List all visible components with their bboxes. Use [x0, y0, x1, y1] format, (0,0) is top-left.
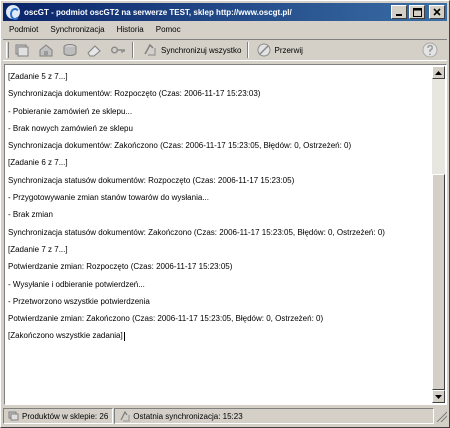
log-line: - Przygotowywanie zmian stanów towarów d…: [8, 193, 209, 203]
stop-button[interactable]: Przerwij: [254, 41, 305, 59]
log-panel[interactable]: [Zadanie 5 z 7...] Synchronizacja dokume…: [4, 64, 447, 405]
scroll-thumb[interactable]: [432, 174, 445, 390]
shop-button[interactable]: [35, 41, 57, 59]
last-sync-time: Ostatnia synchronizacja: 15:23: [133, 411, 243, 421]
menu-historia[interactable]: Historia: [111, 22, 150, 38]
key-icon: [111, 46, 125, 54]
log-line: Synchronizacja statusów dokumentów: Zako…: [8, 227, 385, 237]
arrow-down-icon: [435, 394, 442, 399]
close-button[interactable]: [429, 5, 445, 19]
title-bar[interactable]: oscGT - podmiot oscGT2 na serwerze TEST,…: [3, 3, 447, 21]
log-line: [Zadanie 6 z 7...]: [8, 158, 68, 168]
products-count: Produktów w sklepie: 26: [22, 411, 109, 421]
menu-pomoc[interactable]: Pomoc: [150, 22, 187, 38]
menu-podmiot[interactable]: Podmiot: [3, 22, 44, 38]
scroll-down-button[interactable]: [432, 390, 445, 403]
log-line-text: [Zakończono wszystkie zadania]: [8, 331, 123, 341]
products-stack-icon: [8, 411, 19, 420]
products-stack-icon: [15, 44, 29, 57]
menu-synchronizacja[interactable]: Synchronizacja: [44, 22, 110, 38]
scroll-up-button[interactable]: [432, 66, 445, 79]
toolbar-grip[interactable]: [6, 42, 9, 58]
shop-icon: [39, 44, 53, 57]
vertical-scrollbar[interactable]: [432, 66, 445, 403]
log-text-area[interactable]: [Zadanie 5 z 7...] Synchronizacja dokume…: [6, 66, 433, 403]
log-line: - Wysyłanie i odbieranie potwierdzeń...: [8, 279, 145, 289]
sync-all-button[interactable]: Synchronizuj wszystko: [139, 41, 244, 59]
log-line: - Brak nowych zamówień ze sklepu: [8, 123, 133, 133]
oscgt-logo-icon[interactable]: [6, 5, 20, 20]
size-grip[interactable]: [435, 410, 447, 422]
window-title: oscGT - podmiot oscGT2 na serwerze TEST,…: [24, 7, 292, 17]
log-line: [Zadanie 7 z 7...]: [8, 244, 68, 254]
products-button[interactable]: [11, 41, 33, 59]
eraser-icon: [87, 45, 101, 57]
help-button[interactable]: [419, 41, 441, 59]
log-line-last: [Zakończono wszystkie zadania]: [8, 327, 433, 344]
help-icon: [422, 42, 438, 58]
toolbar: Synchronizuj wszystko Przerwij: [3, 39, 447, 61]
maximize-icon: [412, 7, 422, 17]
menu-bar: Podmiot Synchronizacja Historia Pomoc: [3, 21, 447, 39]
log-line: Synchronizacja dokumentów: Zakończono (C…: [8, 141, 352, 151]
log-line: - Przetworzono wszystkie potwierdzenia: [8, 296, 150, 306]
log-line: [Zadanie 5 z 7...]: [8, 72, 68, 81]
status-last-sync: Ostatnia synchronizacja: 15:23: [114, 408, 434, 424]
maximize-button[interactable]: [409, 5, 425, 19]
log-line: - Brak zmian: [8, 210, 53, 220]
sync-icon: [144, 43, 156, 56]
log-line: Potwierdzanie zmian: Rozpoczęto (Czas: 2…: [8, 262, 233, 272]
log-line: Potwierdzanie zmian: Zakończono (Czas: 2…: [8, 314, 324, 324]
minimize-icon: [396, 14, 402, 16]
database-icon: [63, 44, 77, 56]
text-caret: [123, 331, 125, 341]
log-line: - Pobieranie zamówień ze sklepu...: [8, 106, 133, 116]
database-button[interactable]: [59, 41, 81, 59]
status-products: Produktów w sklepie: 26: [3, 408, 114, 424]
minimize-button[interactable]: [391, 5, 407, 19]
clear-button[interactable]: [83, 41, 105, 59]
status-bar: Produktów w sklepie: 26 Ostatnia synchro…: [3, 407, 447, 425]
toolbar-separator: [132, 42, 134, 58]
stop-icon: [257, 43, 271, 57]
sync-all-label: Synchronizuj wszystko: [161, 45, 242, 55]
toolbar-separator: [247, 42, 250, 58]
log-line: Synchronizacja statusów dokumentów: Rozp…: [8, 175, 295, 185]
close-icon: [433, 8, 441, 16]
log-line: Synchronizacja dokumentów: Rozpoczęto (C…: [8, 89, 261, 99]
app-window: oscGT - podmiot oscGT2 na serwerze TEST,…: [0, 0, 450, 428]
arrow-up-icon: [435, 70, 442, 75]
key-button[interactable]: [107, 41, 129, 59]
sync-icon: [120, 410, 130, 422]
stop-label: Przerwij: [274, 45, 303, 55]
